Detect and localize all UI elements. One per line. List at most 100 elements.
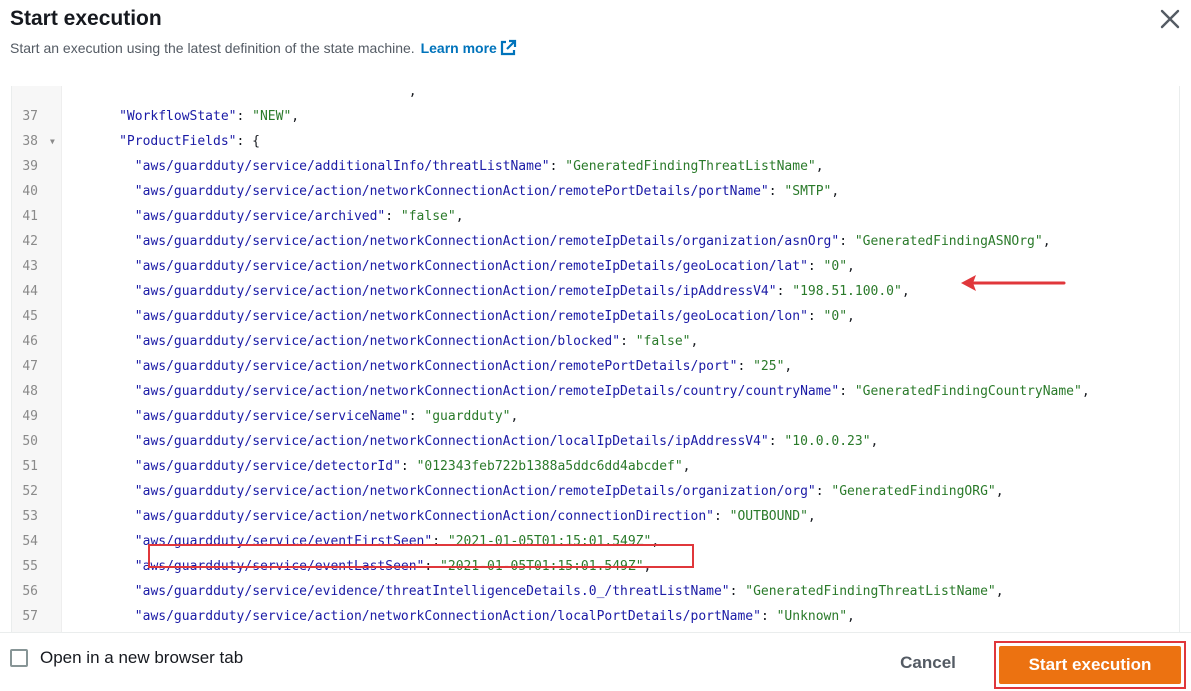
line-number: 52 <box>22 484 38 499</box>
code-line: 46 "aws/guardduty/service/action/networkC… <box>12 329 1179 354</box>
close-button[interactable] <box>1159 8 1181 30</box>
json-punctuation: , <box>815 159 824 174</box>
code-text: "aws/guardduty/service/action/networkCon… <box>134 484 1004 499</box>
code-line: 41 "aws/guardduty/service/archived": "fal… <box>12 204 1179 229</box>
close-icon <box>1160 9 1180 29</box>
line-number: 47 <box>22 359 38 374</box>
json-punctuation: , <box>995 484 1004 499</box>
json-value: "false" <box>400 209 456 224</box>
json-value: "GeneratedFindingORG" <box>831 484 996 499</box>
code-text: "aws/guardduty/service/action/networkCon… <box>134 184 840 199</box>
json-key: "aws/guardduty/service/action/networkCon… <box>134 484 816 499</box>
fold-toggle-icon[interactable]: ▼ <box>50 129 55 154</box>
json-key: "aws/guardduty/service/action/networkCon… <box>134 309 808 324</box>
json-key: "aws/guardduty/service/serviceName" <box>134 409 409 424</box>
code-line: 38 ▼ "ProductFields": { <box>12 129 1179 154</box>
code-line: 40 "aws/guardduty/service/action/networkC… <box>12 179 1179 204</box>
modal-subtitle-text: Start an execution using the latest defi… <box>10 40 415 56</box>
code-text: "WorkflowState": "NEW", <box>119 109 300 124</box>
start-execution-button[interactable]: Start execution <box>999 646 1181 684</box>
json-key: "WorkflowState" <box>119 109 237 124</box>
open-new-tab-option[interactable]: Open in a new browser tab <box>10 648 243 668</box>
json-key: "aws/guardduty/service/action/networkCon… <box>134 184 769 199</box>
line-number: 54 <box>22 534 38 549</box>
code-line: 48 "aws/guardduty/service/action/networkC… <box>12 379 1179 404</box>
modal-title: Start execution <box>10 7 162 30</box>
json-punctuation: , <box>690 334 699 349</box>
code-line: 50 "aws/guardduty/service/action/networkC… <box>12 429 1179 454</box>
code-text: "aws/guardduty/service/action/networkCon… <box>134 434 879 449</box>
json-key: "aws/guardduty/service/action/networkCon… <box>134 334 621 349</box>
learn-more-link[interactable]: Learn more <box>421 39 517 56</box>
json-key: "aws/guardduty/service/additionalInfo/th… <box>134 159 550 174</box>
line-number: 42 <box>22 234 38 249</box>
code-text: "aws/guardduty/service/evidence/threatIn… <box>134 584 1004 599</box>
line-number: 37 <box>22 109 38 124</box>
open-new-tab-label: Open in a new browser tab <box>40 648 244 667</box>
json-value: "GeneratedFindingThreatListName" <box>565 159 816 174</box>
code-line: 39 "aws/guardduty/service/additionalInfo/… <box>12 154 1179 179</box>
arrow-left-icon <box>961 275 1066 291</box>
json-punctuation: { <box>252 134 260 149</box>
code-text: "aws/guardduty/service/action/networkCon… <box>134 334 699 349</box>
json-punctuation: , <box>682 459 691 474</box>
line-number: 43 <box>22 259 38 274</box>
json-punctuation: , <box>831 184 840 199</box>
line-number: 53 <box>22 509 38 524</box>
code-text: "aws/guardduty/service/action/networkCon… <box>134 234 1051 249</box>
code-text: "aws/guardduty/service/additionalInfo/th… <box>134 159 824 174</box>
json-key: "aws/guardduty/service/archived" <box>134 209 386 224</box>
line-number: 40 <box>22 184 38 199</box>
line-number: 56 <box>22 584 38 599</box>
json-value: "10.0.0.23" <box>784 434 871 449</box>
code-text: "aws/guardduty/service/action/networkCon… <box>134 384 1090 399</box>
json-value: "25" <box>753 359 785 374</box>
json-key: "ProductFields" <box>119 134 237 149</box>
code-line: 45 "aws/guardduty/service/action/networkC… <box>12 304 1179 329</box>
line-number: 45 <box>22 309 38 324</box>
modal-header: Start execution Start an execution using… <box>0 0 1191 70</box>
code-line: 47 "aws/guardduty/service/action/networkC… <box>12 354 1179 379</box>
code-line: 37 "WorkflowState": "NEW", <box>12 104 1179 129</box>
external-link-icon <box>499 39 517 60</box>
line-number: 44 <box>22 284 38 299</box>
code-text: "aws/guardduty/service/archived": "false… <box>134 209 464 224</box>
line-number: 46 <box>22 334 38 349</box>
code-line: 42 "aws/guardduty/service/action/networkC… <box>12 229 1179 254</box>
json-punctuation: , <box>901 284 910 299</box>
json-value: "012343feb722b1388a5ddc6dd4abcdef" <box>416 459 683 474</box>
json-value: "guardduty" <box>424 409 511 424</box>
open-new-tab-checkbox[interactable] <box>10 649 28 667</box>
json-punctuation: , <box>784 359 793 374</box>
code-text: "aws/guardduty/service/action/networkCon… <box>134 284 910 299</box>
json-value: "198.51.100.0" <box>792 284 902 299</box>
code-text: , <box>119 86 417 104</box>
line-number: 49 <box>22 409 38 424</box>
code-text: "aws/guardduty/service/action/networkCon… <box>134 509 816 524</box>
code-text: "aws/guardduty/service/serviceName": "gu… <box>134 409 519 424</box>
code-text: "ProductFields": { <box>119 134 260 149</box>
json-value: "0" <box>823 259 848 274</box>
code-line: 56 "aws/guardduty/service/evidence/threat… <box>12 579 1179 604</box>
code-line: 53 "aws/guardduty/service/action/networkC… <box>12 504 1179 529</box>
modal-subtitle: Start an execution using the latest defi… <box>10 39 1181 60</box>
json-key: "aws/guardduty/service/action/networkCon… <box>134 259 808 274</box>
line-number: 57 <box>22 609 38 624</box>
json-value: "GeneratedFindingASNOrg" <box>854 234 1043 249</box>
line-number: 51 <box>22 459 38 474</box>
json-key: "aws/guardduty/service/evidence/threatIn… <box>134 584 730 599</box>
line-number: 39 <box>22 159 38 174</box>
json-value: "NEW" <box>252 109 292 124</box>
code-editor[interactable]: , 37 "WorkflowState": "NEW", 38 ▼ "ProductFie… <box>11 86 1180 632</box>
json-punctuation: , <box>870 434 879 449</box>
json-punctuation: , <box>291 109 300 124</box>
code-line: 52 "aws/guardduty/service/action/networkC… <box>12 479 1179 504</box>
json-key: "aws/guardduty/service/action/networkCon… <box>134 234 840 249</box>
code-text: "aws/guardduty/service/action/networkCon… <box>134 609 855 624</box>
cancel-button[interactable]: Cancel <box>886 650 970 676</box>
line-number: 50 <box>22 434 38 449</box>
json-punctuation: , <box>847 609 855 624</box>
json-punctuation: , <box>510 409 519 424</box>
json-punctuation: , <box>847 309 855 324</box>
code-line: 49 "aws/guardduty/service/serviceName": "… <box>12 404 1179 429</box>
